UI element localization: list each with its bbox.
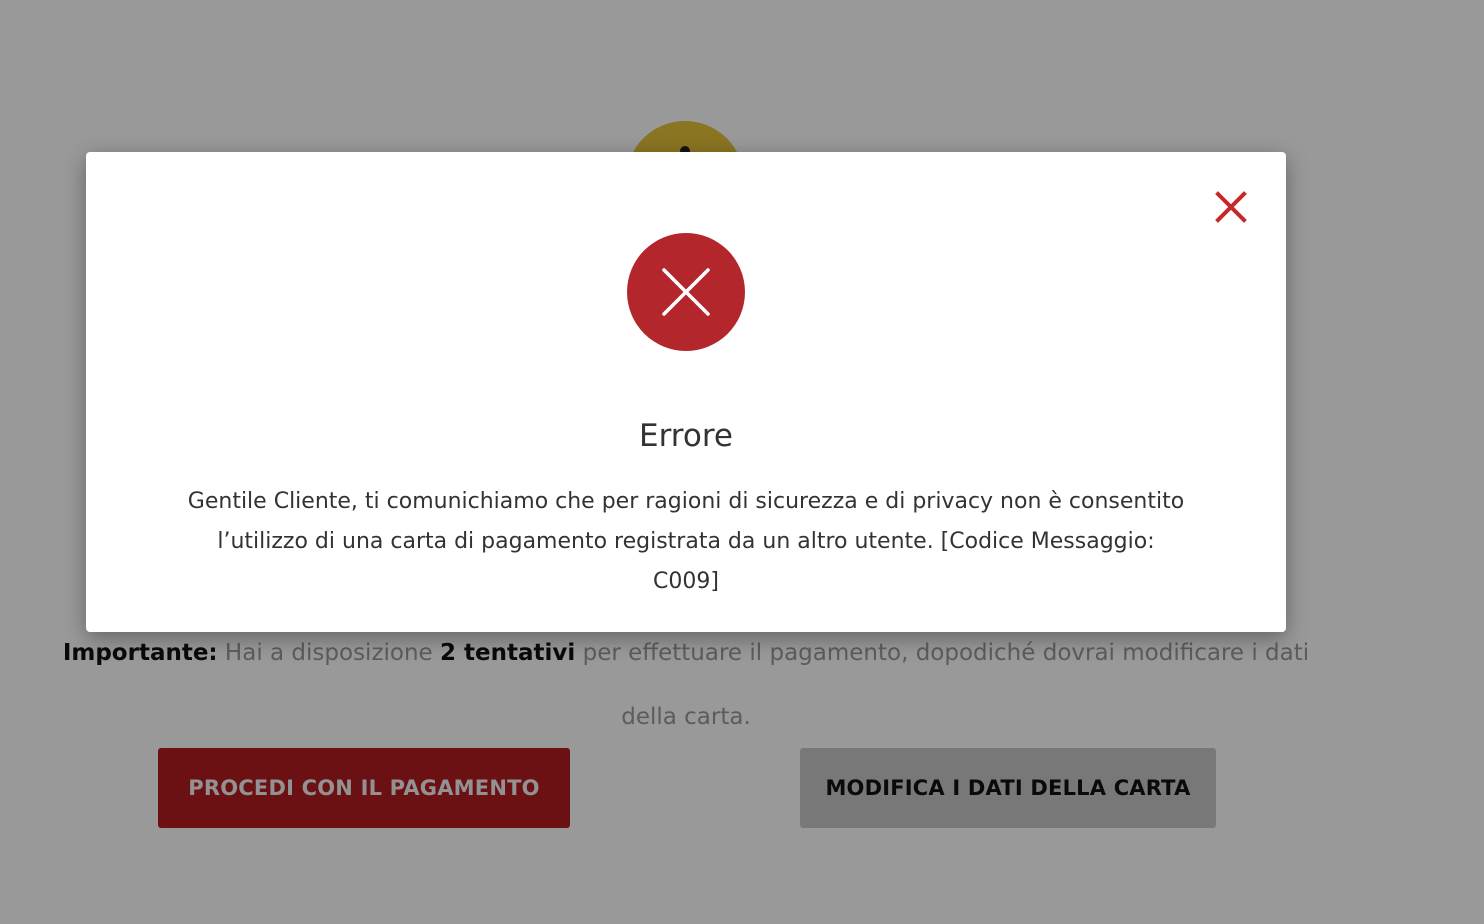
close-button[interactable] [1210, 186, 1252, 228]
dialog-title: Errore [639, 418, 733, 454]
payment-page: Importante: Hai a disposizione 2 tentati… [0, 0, 1484, 924]
error-icon [627, 233, 745, 351]
dialog-message: Gentile Cliente, ti comunichiamo che per… [187, 489, 1185, 594]
error-dialog: Errore Gentile Cliente, ti comunichiamo … [86, 152, 1286, 632]
close-icon [1215, 191, 1247, 223]
